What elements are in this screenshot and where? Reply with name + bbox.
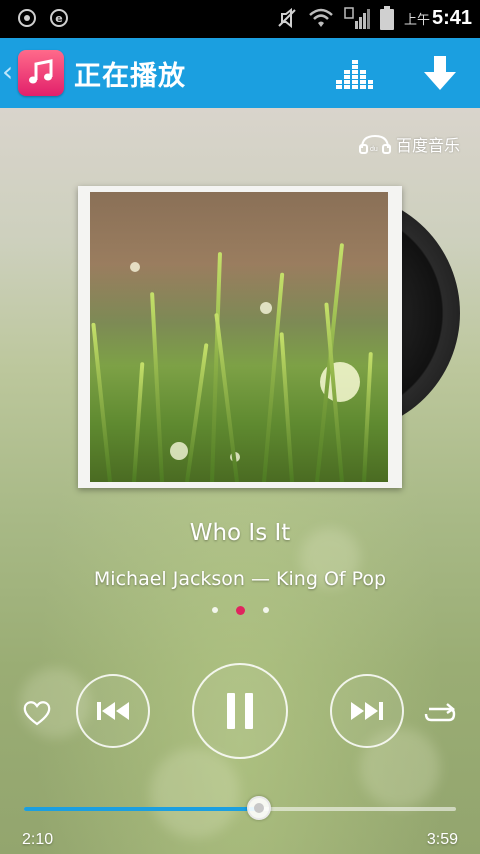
progress-fill [24, 807, 259, 811]
mute-icon [278, 7, 296, 29]
clock: 5:41 [431, 6, 472, 29]
next-icon [351, 702, 383, 720]
heart-icon[interactable] [22, 699, 52, 727]
download-icon[interactable] [418, 52, 462, 96]
song-title: Who Is It [189, 520, 291, 546]
action-bar: ‹ 正在播放 [0, 38, 480, 108]
album-artwork [90, 192, 388, 482]
repeat-icon[interactable] [423, 701, 457, 727]
next-button[interactable] [330, 674, 404, 748]
progress-bar[interactable] [24, 796, 456, 820]
player-background: du 百度音乐 Who Is It Michael Jackson — King… [0, 108, 480, 854]
page-title: 正在播放 [74, 61, 186, 92]
page-dot-active[interactable] [235, 606, 245, 615]
headphones-icon: du [358, 134, 391, 154]
page-indicator [0, 606, 480, 615]
page-dot[interactable] [262, 607, 269, 613]
page-dot[interactable] [211, 607, 218, 613]
artist-album: Michael Jackson — King Of Pop [93, 568, 387, 590]
target-icon [18, 9, 36, 27]
music-note-icon[interactable] [18, 50, 64, 96]
previous-button[interactable] [76, 674, 150, 748]
back-chevron-icon[interactable]: ‹ [2, 54, 13, 90]
svg-text:du: du [370, 146, 378, 153]
pause-icon [227, 693, 253, 729]
signal-icon [344, 7, 370, 29]
time-prefix: 上午 [403, 12, 430, 28]
brand-text: 百度音乐 [395, 136, 460, 155]
baidu-music-logo: du 百度音乐 [358, 132, 460, 156]
status-bar: e 上午 5:41 [0, 0, 480, 38]
elapsed-time: 2:10 [22, 831, 54, 848]
album-cover[interactable] [78, 186, 402, 488]
battery-icon [379, 6, 394, 30]
total-time: 3:59 [426, 831, 458, 848]
pause-button[interactable] [192, 663, 288, 759]
progress-thumb[interactable] [247, 796, 271, 820]
equalizer-icon[interactable] [334, 54, 374, 94]
bokeh-decoration [150, 748, 240, 838]
e-app-icon: e [50, 9, 68, 27]
previous-icon [97, 702, 129, 720]
wifi-icon [309, 8, 333, 27]
